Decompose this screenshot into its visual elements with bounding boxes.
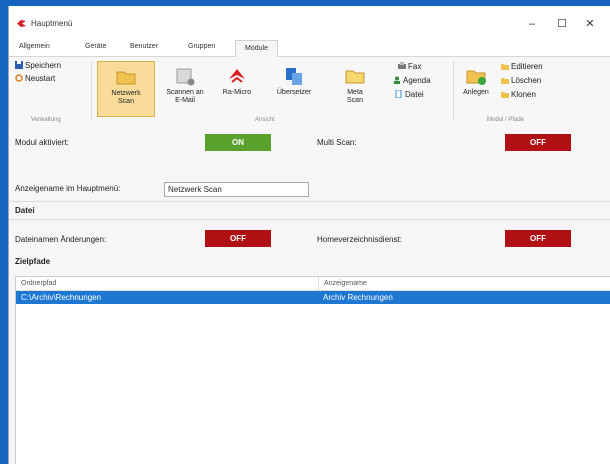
modul-aktiviert-label: Modul aktiviert:: [15, 138, 69, 147]
title-bar: Hauptmenü – ☐ ✕: [9, 6, 610, 40]
restart-icon: [15, 74, 23, 82]
multi-scan-label: Multi Scan:: [317, 138, 357, 147]
tab-allgemein[interactable]: Allgemein: [19, 43, 50, 50]
close-button[interactable]: ✕: [577, 14, 603, 34]
group-label-module: Modul / Pfade: [487, 117, 525, 123]
anzeigename-label: Anzeigename im Hauptmenü:: [15, 184, 121, 193]
tab-bar: Allgemein Geräte Benutzer Gruppen Module: [9, 40, 610, 57]
app-logo-icon: [17, 20, 26, 27]
uebersetzer-button[interactable]: Übersetzer: [265, 65, 323, 97]
dateinamen-label: Dateinamen Änderungen:: [15, 235, 107, 244]
scanner-icon: [176, 68, 195, 86]
homeverzeichnis-toggle[interactable]: OFF: [505, 230, 571, 247]
folder-delete-icon: [501, 78, 509, 84]
divider: [9, 219, 610, 220]
klonen-button[interactable]: Klonen: [501, 90, 536, 99]
neustart-label: Neustart: [25, 74, 56, 83]
tab-module[interactable]: Module: [235, 40, 278, 57]
netzwerk-scan-button[interactable]: Netzwerk Scan: [97, 61, 155, 117]
anlegen-button[interactable]: Anlegen: [457, 65, 495, 97]
section-title-zielpfade: Zielpfade: [15, 257, 51, 266]
editieren-button[interactable]: Editieren: [501, 62, 543, 71]
datei-button[interactable]: Datei: [395, 90, 424, 99]
file-icon: [395, 90, 402, 98]
ribbon-separator: [91, 61, 92, 121]
agenda-button[interactable]: Agenda: [393, 76, 431, 85]
ribbon: Speichern Neustart Verwaltung Netzwerk S…: [9, 57, 610, 130]
table-header: Ordnerpfad Anzeigename: [16, 277, 610, 291]
ra-micro-label: Ra-Micro: [222, 89, 252, 96]
folder-icon: [116, 71, 136, 85]
column-header-ordnerpfad[interactable]: Ordnerpfad: [16, 277, 56, 290]
tab-benutzer[interactable]: Benutzer: [130, 43, 158, 50]
datei-label: Datei: [405, 90, 424, 99]
save-icon: [15, 61, 23, 69]
scannen-email-button[interactable]: Scannen an E-Mail: [161, 65, 209, 105]
fax-icon: [398, 62, 406, 69]
ra-micro-button[interactable]: Ra-Micro: [215, 65, 259, 97]
ra-micro-icon: [229, 69, 245, 83]
fax-label: Fax: [408, 62, 422, 71]
dateinamen-toggle[interactable]: OFF: [205, 230, 271, 247]
divider: [9, 201, 610, 202]
cell-anzeigename: Archiv Rechnungen: [323, 293, 393, 302]
zielpfade-table: Ordnerpfad Anzeigename C:\Archiv\Rechnun…: [15, 276, 610, 464]
loeschen-button[interactable]: Löschen: [501, 76, 541, 85]
section-title-datei: Datei: [15, 206, 35, 215]
editieren-label: Editieren: [511, 62, 543, 71]
speichern-label: Speichern: [25, 61, 62, 70]
ribbon-separator: [453, 61, 454, 121]
group-label-verwaltung: Verwaltung: [31, 117, 61, 123]
maximize-button[interactable]: ☐: [549, 14, 575, 34]
minimize-button[interactable]: –: [519, 14, 545, 34]
loeschen-label: Löschen: [511, 76, 542, 85]
agenda-label: Agenda: [403, 76, 431, 85]
scannen-email-label: Scannen an E-Mail: [166, 89, 204, 104]
meta-scan-button[interactable]: Meta Scan: [337, 65, 373, 105]
netzwerk-scan-label: Netzwerk Scan: [111, 90, 141, 105]
folder-edit-icon: [501, 64, 509, 70]
anzeigename-input[interactable]: Netzwerk Scan: [164, 182, 309, 197]
neustart-button[interactable]: Neustart: [15, 74, 55, 83]
window-title: Hauptmenü: [31, 19, 73, 28]
modul-aktiviert-toggle[interactable]: ON: [205, 134, 271, 151]
group-label-ansicht: Ansicht: [255, 117, 275, 123]
tab-gruppen[interactable]: Gruppen: [188, 43, 215, 50]
main-window: Hauptmenü – ☐ ✕ Allgemein Geräte Benutze…: [8, 6, 610, 464]
folder-icon: [345, 70, 365, 84]
klonen-label: Klonen: [511, 90, 536, 99]
translate-icon: [286, 68, 302, 85]
meta-scan-label: Meta Scan: [347, 89, 363, 104]
tab-geraete[interactable]: Geräte: [85, 43, 106, 50]
anlegen-label: Anlegen: [463, 89, 489, 96]
settings-panel: Modul aktiviert: ON Multi Scan: OFF Anze…: [9, 129, 610, 464]
column-header-anzeigename[interactable]: Anzeigename: [318, 277, 367, 290]
fax-button[interactable]: Fax: [398, 62, 421, 71]
cell-ordnerpfad: C:\Archiv\Rechnungen: [21, 293, 102, 302]
speichern-button[interactable]: Speichern: [15, 61, 61, 70]
table-row[interactable]: C:\Archiv\Rechnungen Archiv Rechnungen: [16, 291, 610, 304]
people-icon: [394, 76, 400, 84]
homeverzeichnis-label: Homeverzeichnisdienst:: [317, 235, 402, 244]
folder-clone-icon: [501, 92, 509, 98]
uebersetzer-label: Übersetzer: [276, 89, 312, 96]
add-folder-icon: [466, 70, 486, 85]
multi-scan-toggle[interactable]: OFF: [505, 134, 571, 151]
